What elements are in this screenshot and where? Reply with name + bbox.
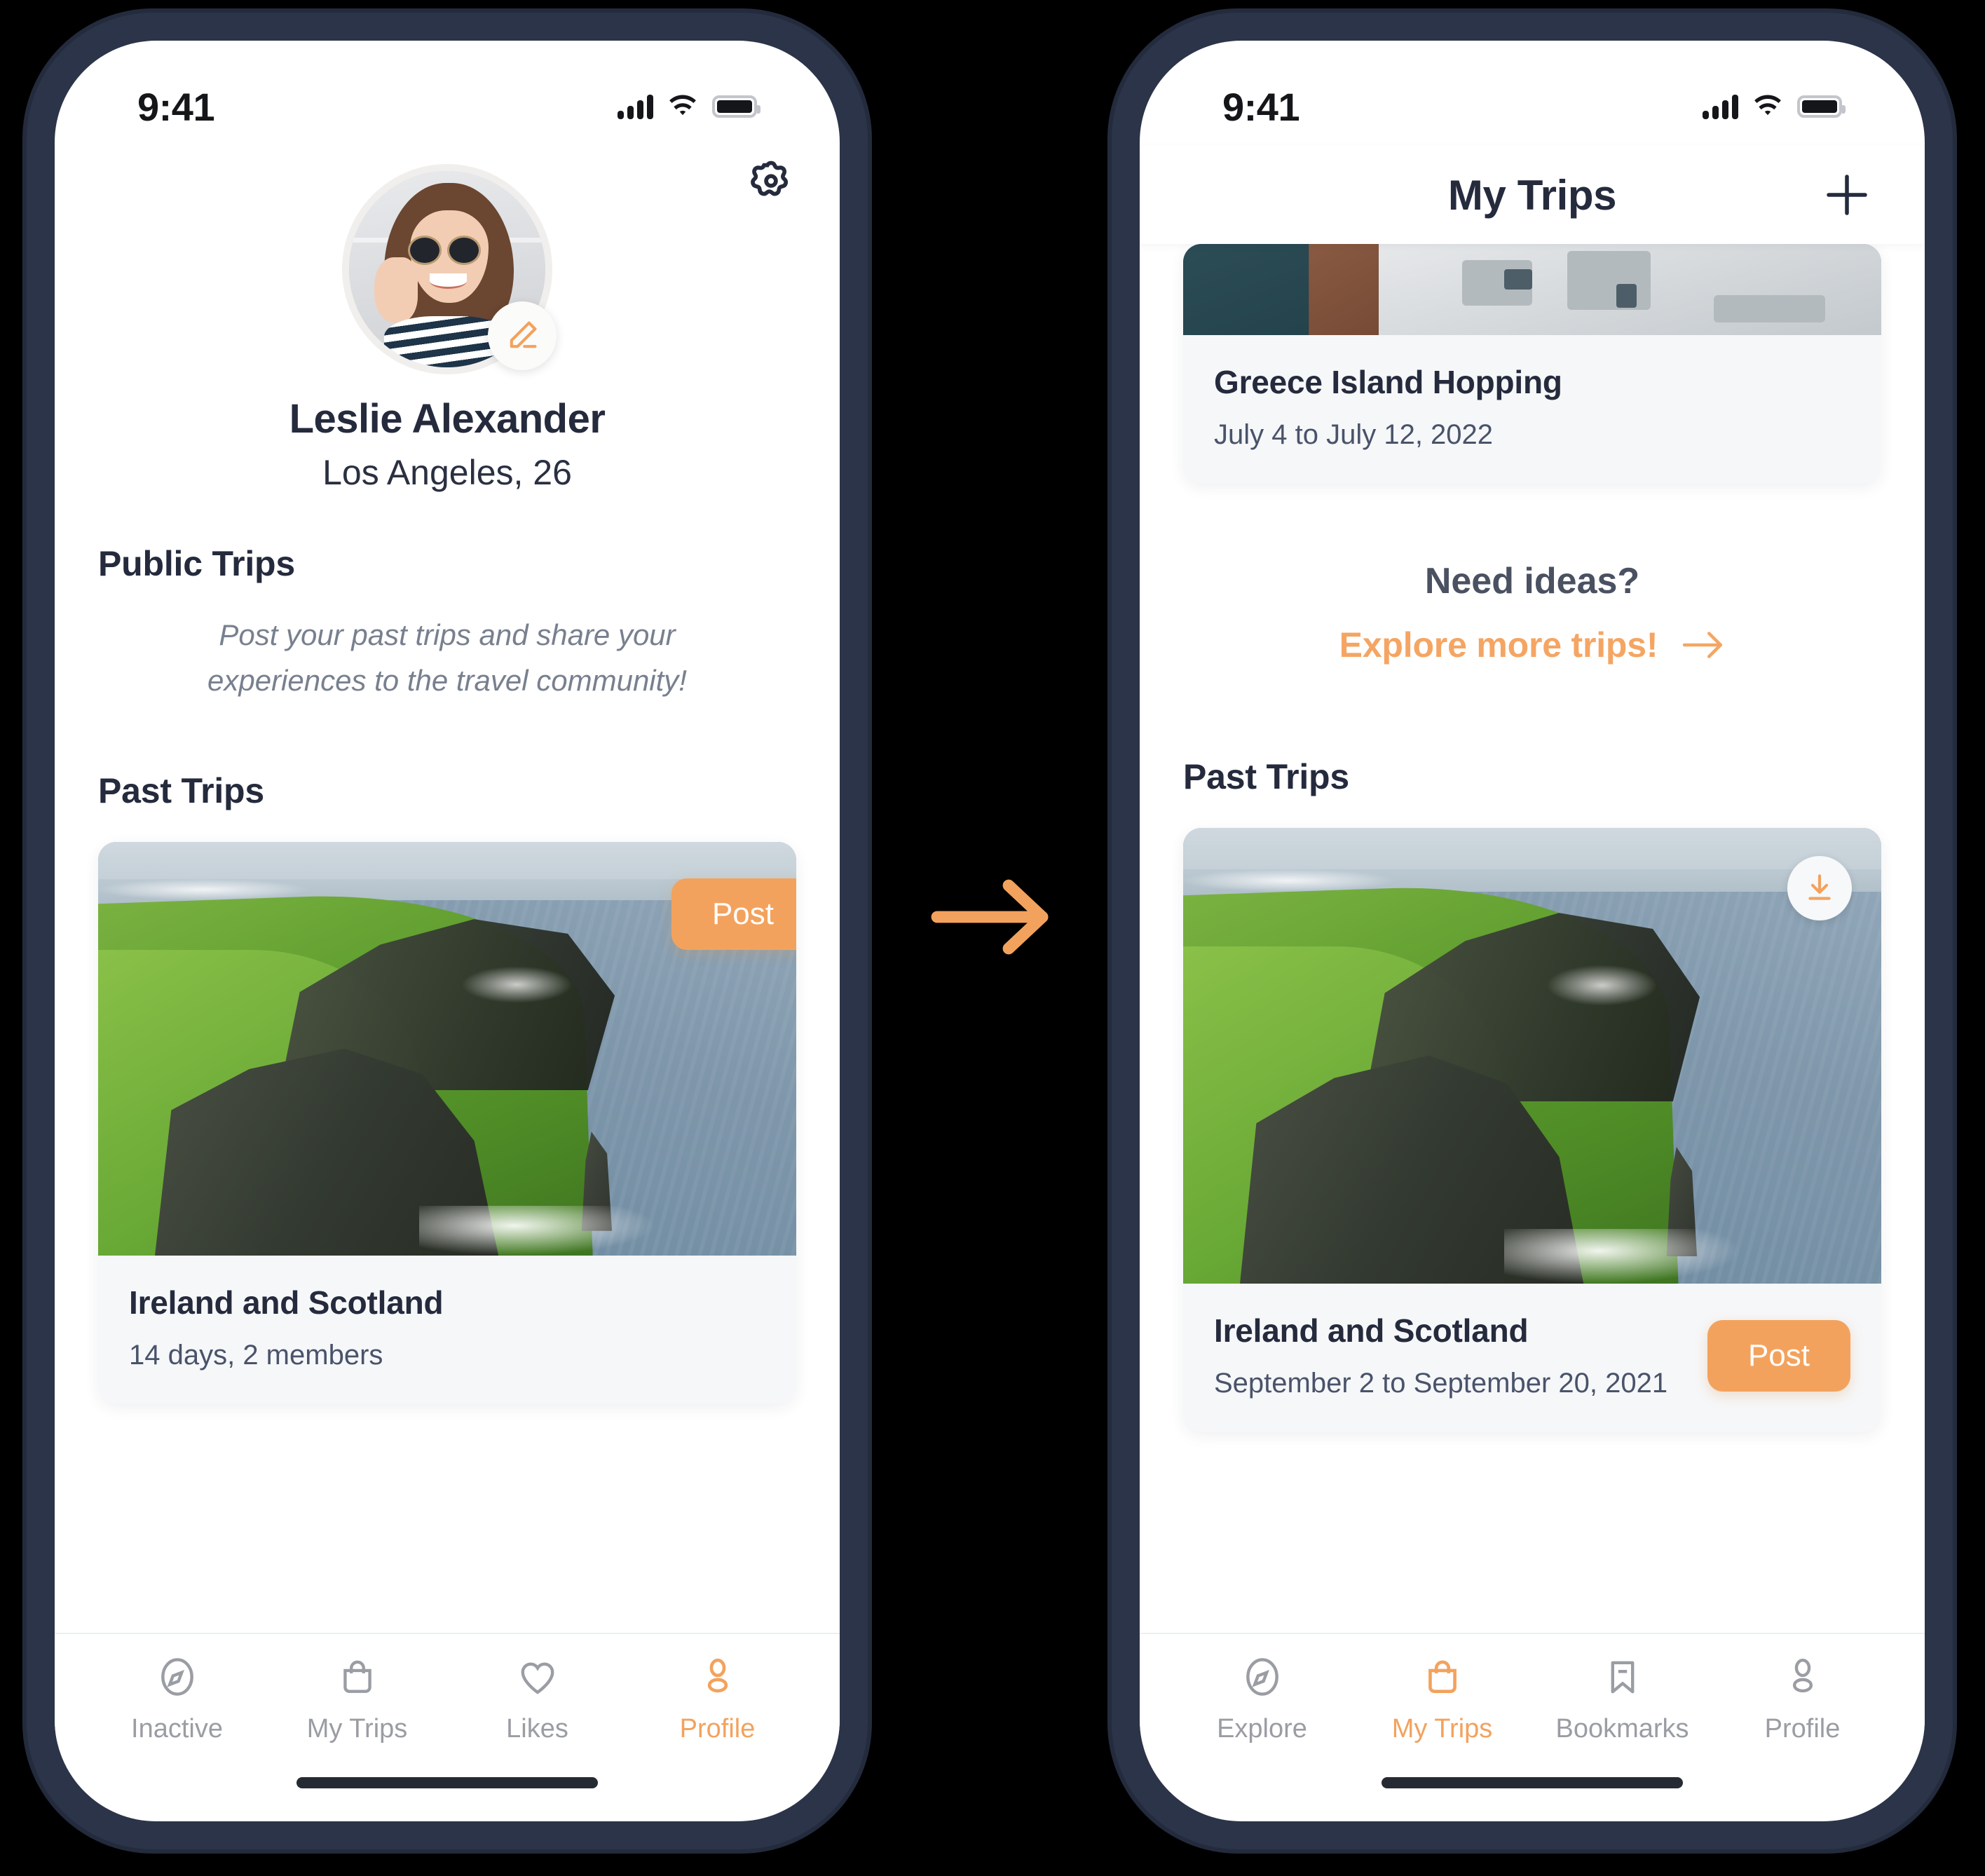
compass-icon bbox=[161, 1658, 193, 1696]
tab-bar-left: Inactive My Trips Likes Profile bbox=[55, 1633, 840, 1744]
tab-inactive[interactable]: Inactive bbox=[87, 1655, 267, 1744]
public-trips-empty-copy: Post your past trips and share your expe… bbox=[207, 618, 687, 698]
tab-likes[interactable]: Likes bbox=[447, 1655, 627, 1744]
trip-dates: July 4 to July 12, 2022 bbox=[1214, 419, 1494, 450]
tab-label: My Trips bbox=[1391, 1714, 1493, 1744]
profile-location-age: Los Angeles, 26 bbox=[322, 453, 572, 492]
tab-bar-right: Explore My Trips Bookmarks Profile bbox=[1140, 1633, 1925, 1744]
tab-label: Profile bbox=[1764, 1714, 1841, 1744]
trip-dates: September 2 to September 20, 2021 bbox=[1214, 1368, 1668, 1399]
home-indicator-area bbox=[55, 1744, 840, 1821]
tab-label: Likes bbox=[506, 1714, 568, 1744]
cliffs-of-moher-photo: Post bbox=[98, 842, 796, 1256]
trip-title: Ireland and Scotland bbox=[1214, 1312, 1529, 1349]
status-icons bbox=[1703, 94, 1846, 119]
post-button[interactable]: Post bbox=[1707, 1319, 1850, 1392]
tab-profile[interactable]: Profile bbox=[1712, 1655, 1892, 1744]
battery-icon bbox=[712, 95, 760, 118]
home-indicator[interactable] bbox=[1382, 1777, 1683, 1788]
arrow-right-icon bbox=[1683, 632, 1723, 658]
explore-more-trips-label: Explore more trips! bbox=[1339, 625, 1658, 665]
settings-button[interactable] bbox=[746, 158, 796, 209]
status-icons bbox=[618, 94, 760, 119]
tab-label: Explore bbox=[1217, 1714, 1307, 1744]
trip-card-body: Ireland and Scotland September 2 to Sept… bbox=[1183, 1284, 1881, 1432]
trip-meta: 14 days, 2 members bbox=[129, 1340, 383, 1371]
download-button[interactable] bbox=[1787, 856, 1852, 920]
heart-icon bbox=[521, 1662, 554, 1694]
trip-title: Greece Island Hopping bbox=[1214, 364, 1562, 400]
trip-card-text: Ireland and Scotland September 2 to Sept… bbox=[1214, 1312, 1667, 1399]
arrow-right-icon bbox=[931, 879, 1049, 955]
person-icon bbox=[707, 1658, 728, 1693]
tab-explore[interactable]: Explore bbox=[1172, 1655, 1352, 1744]
trip-title: Ireland and Scotland bbox=[129, 1284, 444, 1321]
tab-my-trips[interactable]: My Trips bbox=[267, 1655, 447, 1744]
cellular-signal-icon bbox=[1703, 94, 1738, 119]
santorini-greece-photo bbox=[1183, 244, 1881, 335]
post-button[interactable]: Post bbox=[671, 878, 796, 951]
status-time: 9:41 bbox=[137, 84, 215, 129]
tab-my-trips[interactable]: My Trips bbox=[1352, 1655, 1532, 1744]
battery-icon bbox=[1797, 95, 1846, 118]
wifi-icon bbox=[669, 95, 696, 116]
home-indicator-area bbox=[1140, 1744, 1925, 1821]
nav-header: My Trips bbox=[1140, 146, 1925, 244]
trip-card-body: Ireland and Scotland 14 days, 2 members bbox=[98, 1256, 796, 1403]
tab-label: Bookmarks bbox=[1555, 1714, 1689, 1744]
tab-label: Profile bbox=[679, 1714, 756, 1744]
gear-icon bbox=[751, 161, 788, 196]
cellular-signal-icon bbox=[618, 94, 653, 119]
bookmark-icon bbox=[1611, 1661, 1634, 1694]
past-trips-title: Past Trips bbox=[98, 771, 264, 811]
trip-card-greece[interactable]: Greece Island Hopping July 4 to July 12,… bbox=[1183, 244, 1881, 483]
phone-mockup-profile: 9:41 Leslie Alexander Los Angeles, 26 Pu… bbox=[27, 13, 868, 1849]
avatar-container bbox=[342, 164, 557, 374]
profile-name: Leslie Alexander bbox=[289, 396, 606, 442]
tab-bookmarks[interactable]: Bookmarks bbox=[1532, 1655, 1712, 1744]
my-trips-content: Greece Island Hopping July 4 to July 12,… bbox=[1140, 244, 1925, 1633]
profile-screen: 9:41 Leslie Alexander Los Angeles, 26 Pu… bbox=[55, 41, 840, 1821]
person-icon bbox=[1792, 1659, 1813, 1693]
home-indicator[interactable] bbox=[296, 1777, 598, 1788]
flow-arrow bbox=[929, 875, 1055, 959]
tab-profile[interactable]: Profile bbox=[627, 1655, 807, 1744]
edit-profile-button[interactable] bbox=[488, 301, 557, 370]
add-trip-button[interactable] bbox=[1820, 168, 1874, 222]
page-title: My Trips bbox=[1447, 171, 1617, 219]
explore-more-trips-link[interactable]: Explore more trips! bbox=[1140, 625, 1925, 665]
public-trips-title: Public Trips bbox=[98, 544, 295, 583]
tab-label: My Trips bbox=[306, 1714, 408, 1744]
phone-mockup-my-trips: 9:41 My Trips Greece Island Hopping July… bbox=[1112, 13, 1953, 1849]
wifi-icon bbox=[1754, 95, 1781, 116]
my-trips-screen: 9:41 My Trips Greece Island Hopping July… bbox=[1140, 41, 1925, 1821]
trip-card-ireland[interactable]: Post Ireland and Scotland 14 days, 2 mem… bbox=[98, 842, 796, 1404]
bag-icon bbox=[1428, 1660, 1457, 1693]
tab-label: Inactive bbox=[131, 1714, 223, 1744]
compass-icon bbox=[1246, 1658, 1278, 1696]
pencil-edit-icon bbox=[510, 321, 537, 348]
download-icon bbox=[1808, 874, 1831, 900]
bag-icon bbox=[343, 1660, 371, 1693]
cliffs-of-moher-photo bbox=[1183, 828, 1881, 1284]
past-trips-title: Past Trips bbox=[1183, 757, 1349, 796]
trip-card-body: Greece Island Hopping July 4 to July 12,… bbox=[1183, 335, 1881, 483]
comparison-canvas: 9:41 Leslie Alexander Los Angeles, 26 Pu… bbox=[0, 0, 1985, 1876]
ideas-title: Need ideas? bbox=[1424, 561, 1640, 601]
ideas-block: Need ideas? Explore more trips! bbox=[1140, 560, 1925, 665]
plus-icon bbox=[1827, 175, 1867, 215]
status-bar-right: 9:41 bbox=[1140, 41, 1925, 146]
trip-card-ireland[interactable]: Ireland and Scotland September 2 to Sept… bbox=[1183, 828, 1881, 1432]
status-bar-left: 9:41 bbox=[55, 41, 840, 146]
profile-content: Leslie Alexander Los Angeles, 26 Public … bbox=[55, 146, 840, 1633]
status-time: 9:41 bbox=[1222, 84, 1300, 129]
